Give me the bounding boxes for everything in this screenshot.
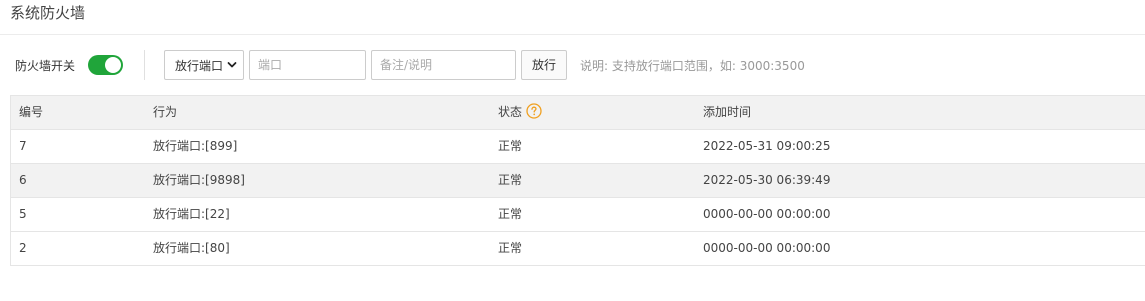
cell-time: 0000-00-00 00:00:00 [703,207,831,221]
cell-action: 放行端口:[22] [153,207,230,221]
firewall-toggle-switch[interactable] [88,55,123,75]
title-divider [0,34,1145,35]
column-header-id: 编号 [19,105,44,119]
cell-action: 放行端口:[899] [153,139,238,153]
cell-status: 正常 [498,207,523,221]
toggle-knob [105,57,121,73]
help-text: 说明: 支持放行端口范围，如: 3000:3500 [580,59,805,73]
table-header-row: 编号 行为 状态 添加时间 [11,96,1145,130]
port-input[interactable] [249,50,366,80]
cell-action: 放行端口:[80] [153,241,230,255]
cell-status: 正常 [498,139,523,153]
question-circle-icon[interactable] [526,103,542,119]
toolbar-divider [144,50,145,80]
cell-status: 正常 [498,173,523,187]
allow-port-button[interactable]: 放行 [521,50,567,80]
rule-type-selected: 放行端口 [175,59,224,73]
cell-time: 2022-05-31 09:00:25 [703,139,831,153]
table-row: 6 放行端口:[9898] 正常 2022-05-30 06:39:49 [11,164,1145,198]
column-header-time: 添加时间 [703,105,752,119]
column-header-action: 行为 [153,105,178,119]
cell-id: 5 [19,207,27,221]
column-header-status-label: 状态 [498,105,523,119]
cell-action: 放行端口:[9898] [153,173,245,187]
note-input[interactable] [371,50,516,80]
table-row: 5 放行端口:[22] 正常 0000-00-00 00:00:00 [11,198,1145,232]
cell-id: 6 [19,173,27,187]
cell-time: 2022-05-30 06:39:49 [703,173,831,187]
cell-time: 0000-00-00 00:00:00 [703,241,831,255]
cell-id: 7 [19,139,27,153]
table-row: 7 放行端口:[899] 正常 2022-05-31 09:00:25 [11,130,1145,164]
rule-type-select[interactable]: 放行端口 [164,50,244,80]
firewall-switch-label: 防火墙开关 [15,59,76,73]
firewall-toolbar: 防火墙开关 放行端口 放行 说明: 支持放行端口范围，如: 3000:3500 [0,50,1145,80]
firewall-rules-table: 编号 行为 状态 添加时间 7 放行端口:[899] 正常 2022-05-31… [10,95,1145,266]
column-header-status: 状态 [498,96,542,129]
cell-id: 2 [19,241,27,255]
page-title: 系统防火墙 [10,4,86,22]
cell-status: 正常 [498,241,523,255]
chevron-down-icon [227,62,237,68]
table-row: 2 放行端口:[80] 正常 0000-00-00 00:00:00 [11,232,1145,266]
